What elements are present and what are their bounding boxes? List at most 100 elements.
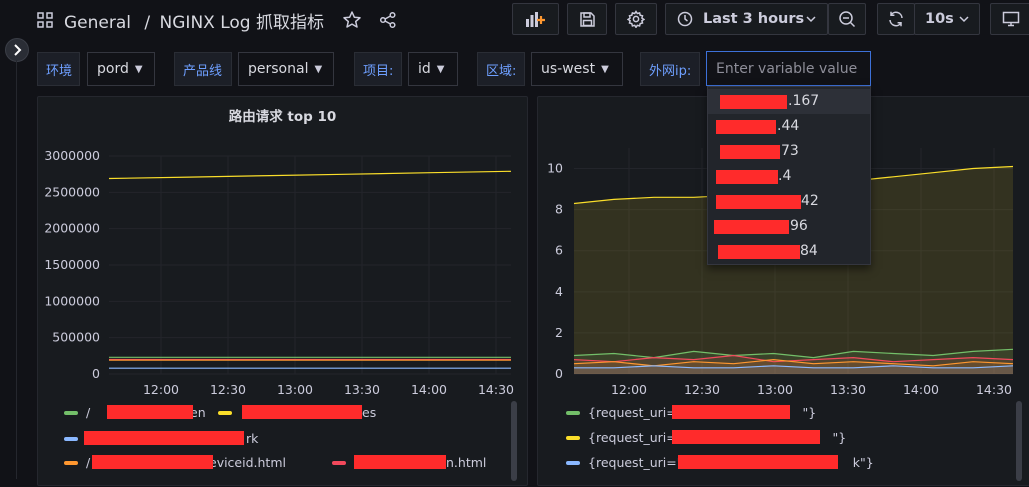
chevron-down-icon bbox=[959, 15, 969, 23]
y-tick-label: 1500000 bbox=[44, 257, 100, 272]
y-tick-label: 6 bbox=[555, 243, 563, 258]
x-tick-label: 13:30 bbox=[344, 382, 380, 397]
option-suffix: 73 bbox=[781, 143, 799, 159]
redaction-block bbox=[716, 120, 776, 134]
y-tick-label: 500000 bbox=[52, 330, 100, 345]
redaction-block bbox=[354, 455, 446, 469]
public-ip-dropdown: .167 .44 73 .4 42 96 84 bbox=[707, 86, 871, 265]
dashboard-title[interactable]: NGINX Log 抓取指标 bbox=[160, 13, 324, 33]
x-tick-label: 12:00 bbox=[143, 382, 179, 397]
star-icon[interactable] bbox=[342, 10, 362, 34]
time-range-picker[interactable]: Last 3 hours bbox=[665, 3, 828, 35]
redaction-block bbox=[720, 145, 780, 159]
chart-route-requests: 3000000 2500000 2000000 1500000 1000000 50000… bbox=[44, 148, 514, 397]
variable-select-product-line[interactable]: personal ▼ bbox=[238, 52, 334, 86]
legend-suffix: "} bbox=[802, 405, 817, 420]
chevron-down-icon: ▼ bbox=[436, 63, 445, 75]
dropdown-option[interactable]: 84 bbox=[708, 239, 870, 264]
monitor-icon bbox=[1002, 11, 1020, 27]
legend-scrollbar[interactable] bbox=[1016, 401, 1022, 481]
settings-button[interactable] bbox=[615, 3, 657, 35]
y-tick-label: 10 bbox=[547, 161, 563, 176]
option-suffix: 84 bbox=[800, 243, 818, 259]
legend-prefix: {request_uri=" bbox=[588, 405, 683, 420]
apps-icon[interactable] bbox=[37, 12, 53, 32]
y-tick-label: 2000000 bbox=[44, 221, 100, 236]
share-icon[interactable] bbox=[379, 11, 397, 33]
y-tick-label: 0 bbox=[92, 366, 100, 381]
x-tick-label: 14:00 bbox=[411, 382, 447, 397]
legend-prefix: {request_uri="/ bbox=[588, 455, 687, 470]
chevron-down-icon: ▼ bbox=[314, 63, 323, 75]
refresh-icon bbox=[887, 10, 905, 28]
legend-suffix: rk bbox=[246, 431, 259, 446]
dropdown-option[interactable]: 42 bbox=[708, 189, 870, 214]
refresh-interval-picker[interactable]: 10s bbox=[914, 3, 980, 35]
redaction-block bbox=[718, 245, 800, 259]
option-suffix: .4 bbox=[778, 168, 792, 184]
dropdown-option[interactable]: 96 bbox=[708, 214, 870, 239]
redaction-block bbox=[720, 95, 787, 109]
y-tick-label: 2500000 bbox=[44, 184, 100, 199]
variable-select-env[interactable]: pord ▼ bbox=[87, 52, 155, 86]
legend-swatch bbox=[332, 460, 346, 465]
legend-prefix: {request_uri=" bbox=[588, 430, 683, 445]
legend-suffix: eviceid.html bbox=[209, 455, 286, 470]
legend-suffix: es bbox=[362, 405, 377, 420]
save-dashboard-button[interactable] bbox=[567, 3, 607, 35]
legend-suffix: "} bbox=[832, 430, 847, 445]
zoom-out-button[interactable] bbox=[828, 3, 866, 35]
y-tick-label: 1000000 bbox=[44, 293, 100, 308]
redaction-block bbox=[678, 455, 838, 469]
redaction-block bbox=[107, 405, 193, 419]
breadcrumb-separator: / bbox=[144, 13, 151, 33]
legend-swatch bbox=[566, 460, 580, 465]
chevron-down-icon: ▼ bbox=[134, 63, 143, 75]
variable-value-product-line: personal bbox=[248, 61, 309, 77]
x-tick-label: 13:30 bbox=[830, 382, 866, 397]
option-suffix: 42 bbox=[801, 193, 819, 209]
legend-scrollbar[interactable] bbox=[511, 401, 517, 481]
variable-select-project[interactable]: id ▼ bbox=[408, 52, 458, 86]
dropdown-option[interactable]: 73 bbox=[708, 139, 870, 164]
breadcrumb-root[interactable]: General bbox=[64, 13, 131, 33]
redaction-block bbox=[672, 405, 790, 419]
dropdown-option[interactable]: .4 bbox=[708, 164, 870, 189]
redaction-block bbox=[84, 431, 244, 445]
x-tick-label: 14:30 bbox=[976, 382, 1012, 397]
variable-label-project: 项目: bbox=[354, 52, 402, 86]
redaction-block bbox=[672, 430, 820, 444]
dropdown-option[interactable]: .167 bbox=[708, 89, 870, 114]
dropdown-option[interactable]: .44 bbox=[708, 114, 870, 139]
y-tick-label: 4 bbox=[555, 284, 563, 299]
legend-swatch bbox=[218, 410, 232, 415]
variable-select-region[interactable]: us-west ▼ bbox=[531, 52, 623, 86]
x-tick-label: 14:30 bbox=[478, 382, 514, 397]
gear-icon bbox=[627, 10, 645, 28]
redaction-block bbox=[714, 220, 789, 234]
y-tick-label: 8 bbox=[555, 202, 563, 217]
x-tick-label: 12:00 bbox=[611, 382, 647, 397]
y-tick-label: 2 bbox=[555, 325, 563, 340]
variable-label-env: 环境 bbox=[37, 52, 80, 86]
variable-label-product-line: 产品线 bbox=[174, 52, 232, 86]
variable-value-env: pord bbox=[97, 61, 129, 77]
series-line-yellow bbox=[108, 170, 512, 180]
x-tick-label: 13:00 bbox=[277, 382, 313, 397]
refresh-interval-label: 10s bbox=[925, 11, 954, 27]
y-tick-label: 0 bbox=[555, 366, 563, 381]
add-panel-icon bbox=[525, 10, 547, 28]
option-suffix: .44 bbox=[777, 118, 800, 134]
sidebar-expand-button[interactable] bbox=[5, 38, 29, 62]
tv-mode-button[interactable] bbox=[990, 3, 1029, 35]
clock-icon bbox=[677, 11, 693, 27]
chevron-right-icon bbox=[12, 41, 22, 60]
y-tick-label: 3000000 bbox=[44, 148, 100, 163]
save-icon bbox=[579, 11, 596, 28]
add-panel-button[interactable] bbox=[512, 3, 559, 35]
public-ip-input[interactable]: Enter variable value bbox=[706, 51, 871, 86]
x-tick-label: 14:00 bbox=[903, 382, 939, 397]
refresh-button[interactable] bbox=[877, 3, 915, 35]
legend-swatch bbox=[64, 436, 78, 441]
legend-swatch bbox=[566, 435, 580, 440]
